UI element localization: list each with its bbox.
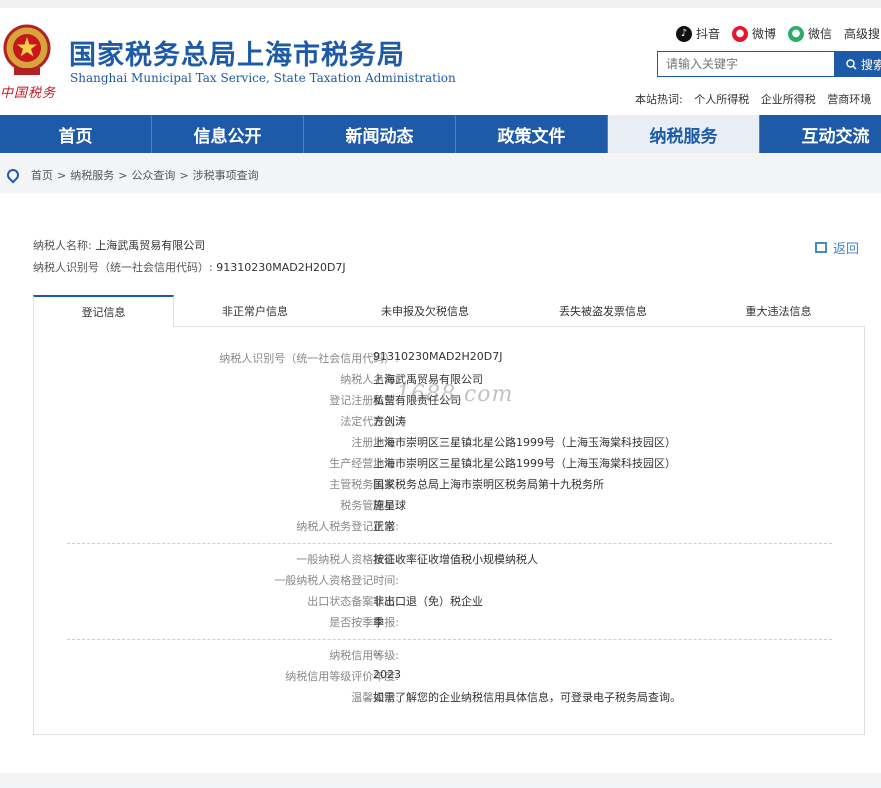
advanced-search-link[interactable]: 高级搜 bbox=[844, 25, 880, 42]
detail-row: 一般纳税人资格状态: 按征收率征收增值税小规模纳税人 bbox=[34, 551, 866, 569]
breadcrumb: 首页 > 纳税服务 > 公众查询 > 涉税事项查询 bbox=[4, 166, 259, 184]
top-strip bbox=[0, 0, 881, 8]
section-divider bbox=[67, 543, 832, 544]
detail-row: 税务管理员: 施星球 bbox=[34, 497, 866, 515]
detail-row: 主管税务机关: 国家税务总局上海市崇明区税务局第十九税务所 bbox=[34, 476, 866, 494]
site-subtitle: Shanghai Municipal Tax Service, State Ta… bbox=[70, 71, 456, 85]
advanced-search-label: 高级搜 bbox=[844, 27, 881, 41]
nav-item-news[interactable]: 新闻动态 bbox=[304, 115, 456, 153]
social-link-weibo[interactable]: ● 微博 bbox=[732, 25, 776, 42]
tab-lost-invoices[interactable]: 丢失被盗发票信息 bbox=[514, 295, 692, 326]
hot-word-link[interactable]: 营商环境 bbox=[827, 93, 871, 106]
search-button[interactable]: 搜索 bbox=[834, 51, 881, 77]
detail-label: 纳税信用等级: bbox=[329, 649, 399, 662]
taxpayer-id-line: 纳税人识别号（统一社会信用代码）: 91310230MAD2H20D7J bbox=[33, 259, 346, 275]
tab-abnormal[interactable]: 非正常户信息 bbox=[174, 295, 336, 326]
breadcrumb-separator: > bbox=[118, 168, 128, 182]
back-label: 返回 bbox=[833, 242, 860, 257]
detail-value: 91310230MAD2H20D7J bbox=[373, 350, 503, 363]
hot-word-link[interactable]: 个人所得税 bbox=[694, 93, 749, 106]
weibo-icon: ● bbox=[732, 25, 749, 42]
social-link-wechat[interactable]: ● 微信 bbox=[788, 25, 832, 42]
info-tabs: 登记信息 非正常户信息 未申报及欠税信息 丢失被盗发票信息 重大违法信息 bbox=[33, 295, 865, 327]
detail-value: 施星球 bbox=[373, 499, 406, 512]
breadcrumb-link[interactable]: 公众查询 bbox=[131, 167, 175, 183]
taxpayer-id-label: 纳税人识别号（统一社会信用代码）: bbox=[33, 261, 213, 274]
nav-item-tax-service[interactable]: 纳税服务 bbox=[608, 115, 760, 153]
detail-value: 按征收率征收增值税小规模纳税人 bbox=[373, 553, 538, 566]
detail-row: 注册地址: 上海市崇明区三星镇北星公路1999号（上海玉海棠科技园区） bbox=[34, 434, 866, 452]
social-label: 微信 bbox=[808, 27, 833, 41]
detail-value: 如需了解您的企业纳税信用具体信息，可登录电子税务局查询。 bbox=[373, 691, 681, 704]
nav-item-info-disclosure[interactable]: 信息公开 bbox=[152, 115, 304, 153]
detail-label: 是否按季申报: bbox=[329, 616, 399, 629]
detail-row: 生产经营地址: 上海市崇明区三星镇北星公路1999号（上海玉海棠科技园区） bbox=[34, 455, 866, 473]
taxpayer-name-line: 纳税人名称: 上海武禹贸易有限公司 bbox=[33, 237, 205, 253]
nav-item-policy[interactable]: 政策文件 bbox=[456, 115, 608, 153]
hot-words-label: 本站热词: bbox=[635, 93, 683, 106]
search-button-label: 搜索 bbox=[861, 57, 881, 72]
main-content: 纳税人名称: 上海武禹贸易有限公司 纳税人识别号（统一社会信用代码）: 9131… bbox=[0, 193, 881, 773]
watermark-text: 1688.com bbox=[396, 382, 514, 407]
china-tax-logo-text: 中国税务 bbox=[0, 86, 57, 101]
hot-word-link[interactable]: 企业所得税 bbox=[761, 93, 816, 106]
detail-row: 纳税信用等级评价年度: 2023 bbox=[34, 668, 866, 686]
detail-row: 温馨提示: 如需了解您的企业纳税信用具体信息，可登录电子税务局查询。 bbox=[34, 689, 866, 707]
detail-value: 方创涛 bbox=[373, 415, 406, 428]
detail-value: 国家税务总局上海市崇明区税务局第十九税务所 bbox=[373, 478, 604, 491]
detail-row: 一般纳税人资格登记时间: bbox=[34, 572, 866, 590]
detail-row: 出口状态备案状态: 非出口退（免）税企业 bbox=[34, 593, 866, 611]
social-label: 微博 bbox=[752, 27, 777, 41]
wechat-icon: ● bbox=[788, 25, 805, 42]
taxpayer-id-value: 91310230MAD2H20D7J bbox=[216, 261, 346, 274]
search-box: 搜索 bbox=[657, 51, 881, 77]
tab-registration[interactable]: 登记信息 bbox=[33, 295, 174, 327]
taxpayer-name-label: 纳税人名称: bbox=[33, 239, 92, 252]
location-pin-icon bbox=[4, 166, 22, 184]
detail-row: 纳税人识别号（统一社会信用代码）: 91310230MAD2H20D7J bbox=[34, 350, 866, 368]
site-header: 中国税务 国家税务总局上海市税务局 Shanghai Municipal Tax… bbox=[0, 8, 881, 115]
national-emblem-icon bbox=[3, 24, 51, 75]
back-button[interactable]: 返回 bbox=[815, 238, 859, 257]
detail-value: 上海市崇明区三星镇北星公路1999号（上海玉海棠科技园区） bbox=[373, 457, 676, 470]
detail-row: 法定代表人: 方创涛 bbox=[34, 413, 866, 431]
back-icon bbox=[815, 242, 827, 253]
detail-value: 非出口退（免）税企业 bbox=[373, 595, 483, 608]
detail-value: -- bbox=[373, 647, 381, 660]
tiktok-icon: ♪ bbox=[676, 25, 692, 42]
detail-value: 2023 bbox=[373, 668, 401, 681]
social-link-tiktok[interactable]: ♪ 抖音 bbox=[676, 25, 720, 42]
tab-unfiled-arrears[interactable]: 未申报及欠税信息 bbox=[336, 295, 514, 326]
search-input[interactable] bbox=[657, 51, 840, 77]
detail-row: 纳税人税务登记状态: 正常 bbox=[34, 518, 866, 536]
social-label: 抖音 bbox=[696, 27, 721, 41]
tab-major-violations[interactable]: 重大违法信息 bbox=[692, 295, 865, 326]
breadcrumb-separator: > bbox=[57, 168, 67, 182]
detail-value: 上海市崇明区三星镇北星公路1999号（上海玉海棠科技园区） bbox=[373, 436, 676, 449]
social-links: ♪ 抖音 ● 微博 ● 微信 高级搜 bbox=[676, 25, 880, 42]
breadcrumb-link[interactable]: 首页 bbox=[31, 167, 53, 183]
search-icon bbox=[846, 58, 857, 70]
detail-label: 一般纳税人资格登记时间: bbox=[274, 574, 399, 587]
detail-row: 是否按季申报: 季 bbox=[34, 614, 866, 632]
section-divider bbox=[67, 639, 832, 640]
main-nav: 首页 信息公开 新闻动态 政策文件 纳税服务 互动交流 bbox=[0, 115, 881, 153]
nav-item-interaction[interactable]: 互动交流 bbox=[760, 115, 881, 153]
detail-value: 季 bbox=[373, 616, 384, 629]
breadcrumb-link[interactable]: 纳税服务 bbox=[70, 167, 114, 183]
hot-words: 本站热词: 个人所得税 企业所得税 营商环境 增值 bbox=[635, 91, 881, 107]
taxpayer-name-value: 上海武禹贸易有限公司 bbox=[95, 239, 206, 252]
detail-row: 纳税信用等级: -- bbox=[34, 647, 866, 665]
site-title[interactable]: 国家税务总局上海市税务局 bbox=[69, 33, 405, 72]
breadcrumb-separator: > bbox=[179, 168, 189, 182]
detail-value: 正常 bbox=[373, 520, 395, 533]
breadcrumb-current: 涉税事项查询 bbox=[192, 169, 259, 182]
nav-item-home[interactable]: 首页 bbox=[0, 115, 152, 153]
